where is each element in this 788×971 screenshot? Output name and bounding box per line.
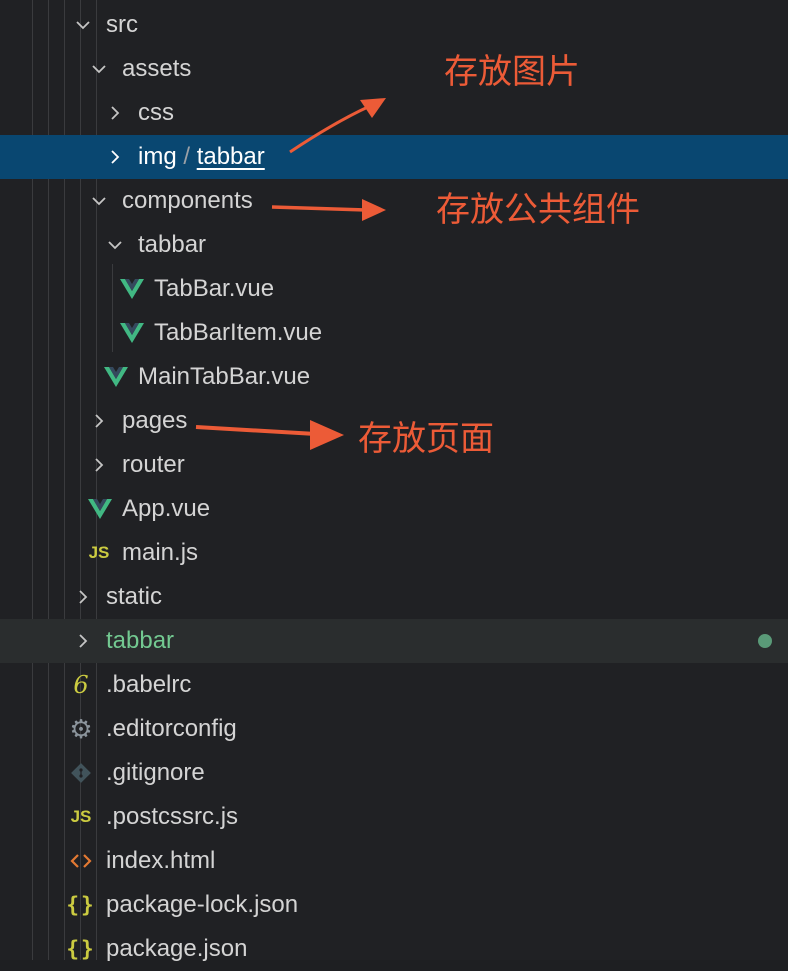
compact-folder-label: img / tabbar (138, 135, 265, 179)
tree-row-gitignore[interactable]: .gitignore (0, 751, 788, 795)
tree-row-components[interactable]: components (0, 179, 788, 223)
tree-row-editorconfig[interactable]: ⚙ .editorconfig (0, 707, 788, 751)
file-label: MainTabBar.vue (138, 363, 311, 390)
tree-row-tabbaritem-vue[interactable]: TabBarItem.vue (0, 311, 788, 355)
json-file-icon: {} (66, 893, 96, 917)
tree-row-main-js[interactable]: JS main.js (0, 531, 788, 575)
folder-label-img[interactable]: img (138, 143, 177, 170)
tree-row-maintabbar-vue[interactable]: MainTabBar.vue (0, 355, 788, 399)
json-file-icon: {} (66, 937, 96, 961)
tree-row-static[interactable]: static (0, 575, 788, 619)
chevron-right-icon (68, 575, 98, 619)
annotation-images: 存放图片 (444, 53, 580, 91)
file-label: TabBarItem.vue (154, 319, 323, 346)
folder-label: src (106, 11, 138, 38)
chevron-down-icon (68, 3, 98, 47)
tree-row-tabbar-root[interactable]: tabbar (0, 619, 788, 663)
file-label: main.js (122, 539, 199, 566)
file-label: package-lock.json (106, 891, 299, 918)
path-separator: / (176, 143, 197, 170)
file-explorer: src assets css img / tabbar components t… (0, 0, 788, 962)
tree-row-tabbar-vue[interactable]: TabBar.vue (0, 267, 788, 311)
chevron-down-icon (84, 179, 114, 223)
folder-label: pages (122, 407, 188, 434)
chevron-right-icon (100, 135, 130, 179)
file-label: package.json (106, 935, 248, 962)
annotation-components: 存放公共组件 (436, 191, 640, 229)
folder-label: css (138, 99, 174, 126)
file-label: App.vue (122, 495, 211, 522)
file-label: TabBar.vue (154, 275, 275, 302)
html-file-icon (66, 839, 96, 883)
tree-row-img-tabbar[interactable]: img / tabbar (0, 135, 788, 179)
js-file-icon: JS (70, 807, 92, 826)
chevron-right-icon (68, 619, 98, 663)
tree-row-package-json[interactable]: {} package.json (0, 927, 788, 971)
folder-label: assets (122, 55, 192, 82)
vue-file-icon (101, 355, 131, 399)
tree-row-postcssrc-js[interactable]: JS .postcssrc.js (0, 795, 788, 839)
folder-label: tabbar (106, 627, 175, 654)
tree-row-tabbar[interactable]: tabbar (0, 223, 788, 267)
git-icon (66, 751, 96, 795)
modified-dot-icon (758, 634, 772, 648)
vue-file-icon (117, 267, 147, 311)
tree-row-css[interactable]: css (0, 91, 788, 135)
chevron-down-icon (84, 47, 114, 91)
folder-label: static (106, 583, 163, 610)
vue-file-icon (117, 311, 147, 355)
folder-label: router (122, 451, 185, 478)
file-label: .babelrc (106, 671, 192, 698)
tree-row-app-vue[interactable]: App.vue (0, 487, 788, 531)
file-label: .gitignore (106, 759, 205, 786)
folder-label: components (122, 187, 253, 214)
tree-row-babelrc[interactable]: 6 .babelrc (0, 663, 788, 707)
gear-icon: ⚙ (69, 713, 93, 744)
tree-row-src[interactable]: src (0, 3, 788, 47)
chevron-right-icon (84, 399, 114, 443)
vue-file-icon (85, 487, 115, 531)
tree-row-assets[interactable]: assets (0, 47, 788, 91)
tree-row-index-html[interactable]: index.html (0, 839, 788, 883)
tree-row-package-lock-json[interactable]: {} package-lock.json (0, 883, 788, 927)
folder-label: tabbar (138, 231, 207, 258)
annotation-pages: 存放页面 (358, 420, 494, 458)
babel-file-icon: 6 (73, 671, 89, 699)
folder-label-tabbar[interactable]: tabbar (197, 143, 265, 170)
file-label: .postcssrc.js (106, 803, 239, 830)
file-label: index.html (106, 847, 216, 874)
chevron-right-icon (100, 91, 130, 135)
file-label: .editorconfig (106, 715, 237, 742)
chevron-right-icon (84, 443, 114, 487)
chevron-down-icon (100, 223, 130, 267)
js-file-icon: JS (88, 543, 110, 562)
